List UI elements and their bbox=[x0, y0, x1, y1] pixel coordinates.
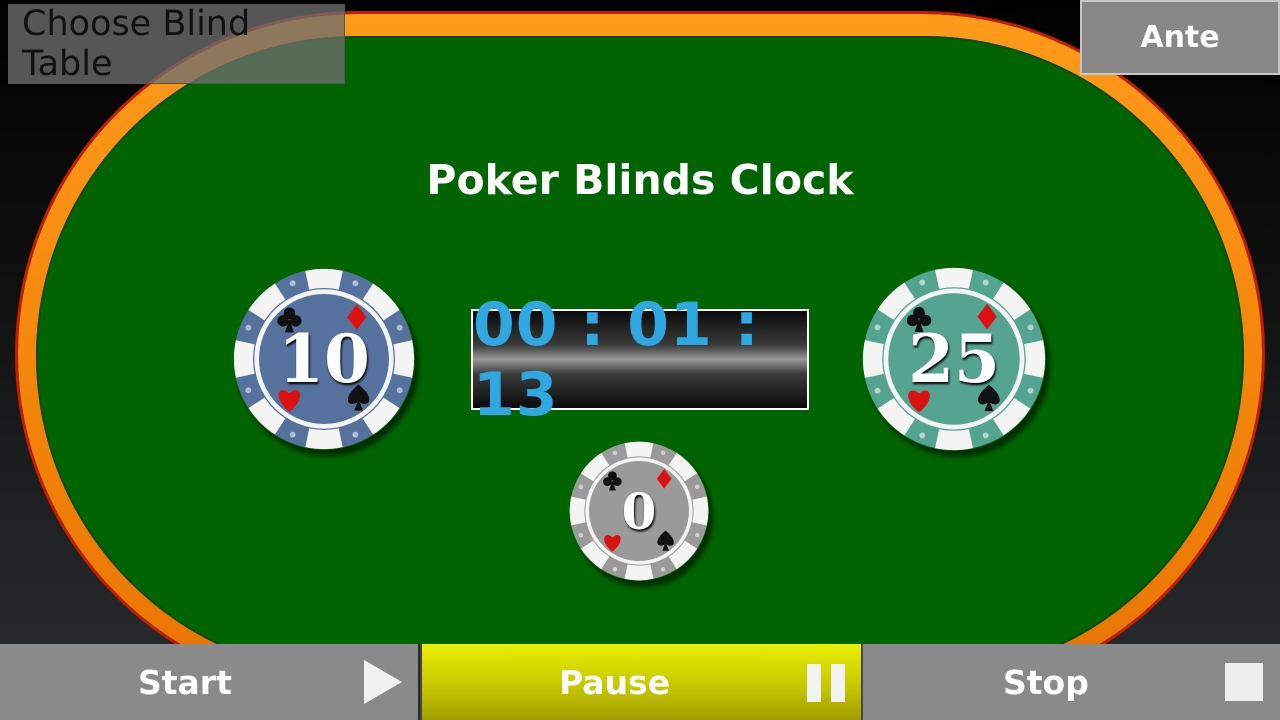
start-button[interactable]: Start bbox=[0, 644, 420, 720]
small-blind-chip: 10 bbox=[233, 268, 415, 450]
start-label: Start bbox=[138, 662, 232, 702]
small-blind-value: 10 bbox=[278, 320, 370, 398]
play-icon bbox=[364, 660, 402, 704]
choose-blind-table-button[interactable]: Choose Blind Table bbox=[8, 4, 345, 84]
pause-label: Pause bbox=[559, 662, 671, 702]
big-blind-value: 25 bbox=[908, 320, 1000, 398]
control-bar: Start Pause Stop bbox=[0, 644, 1280, 720]
blinds-timer: 00 : 01 : 13 bbox=[471, 290, 809, 430]
ante-button[interactable]: Ante bbox=[1080, 0, 1280, 75]
big-blind-chip: 25 bbox=[862, 267, 1046, 451]
page-title: Poker Blinds Clock bbox=[426, 156, 854, 204]
ante-value: 0 bbox=[621, 481, 657, 541]
pause-icon bbox=[807, 664, 845, 702]
pause-button[interactable]: Pause bbox=[420, 644, 863, 720]
ante-chip: 0 bbox=[569, 441, 709, 581]
stop-label: Stop bbox=[1003, 662, 1089, 702]
stop-icon bbox=[1225, 663, 1263, 701]
stop-button[interactable]: Stop bbox=[863, 644, 1280, 720]
